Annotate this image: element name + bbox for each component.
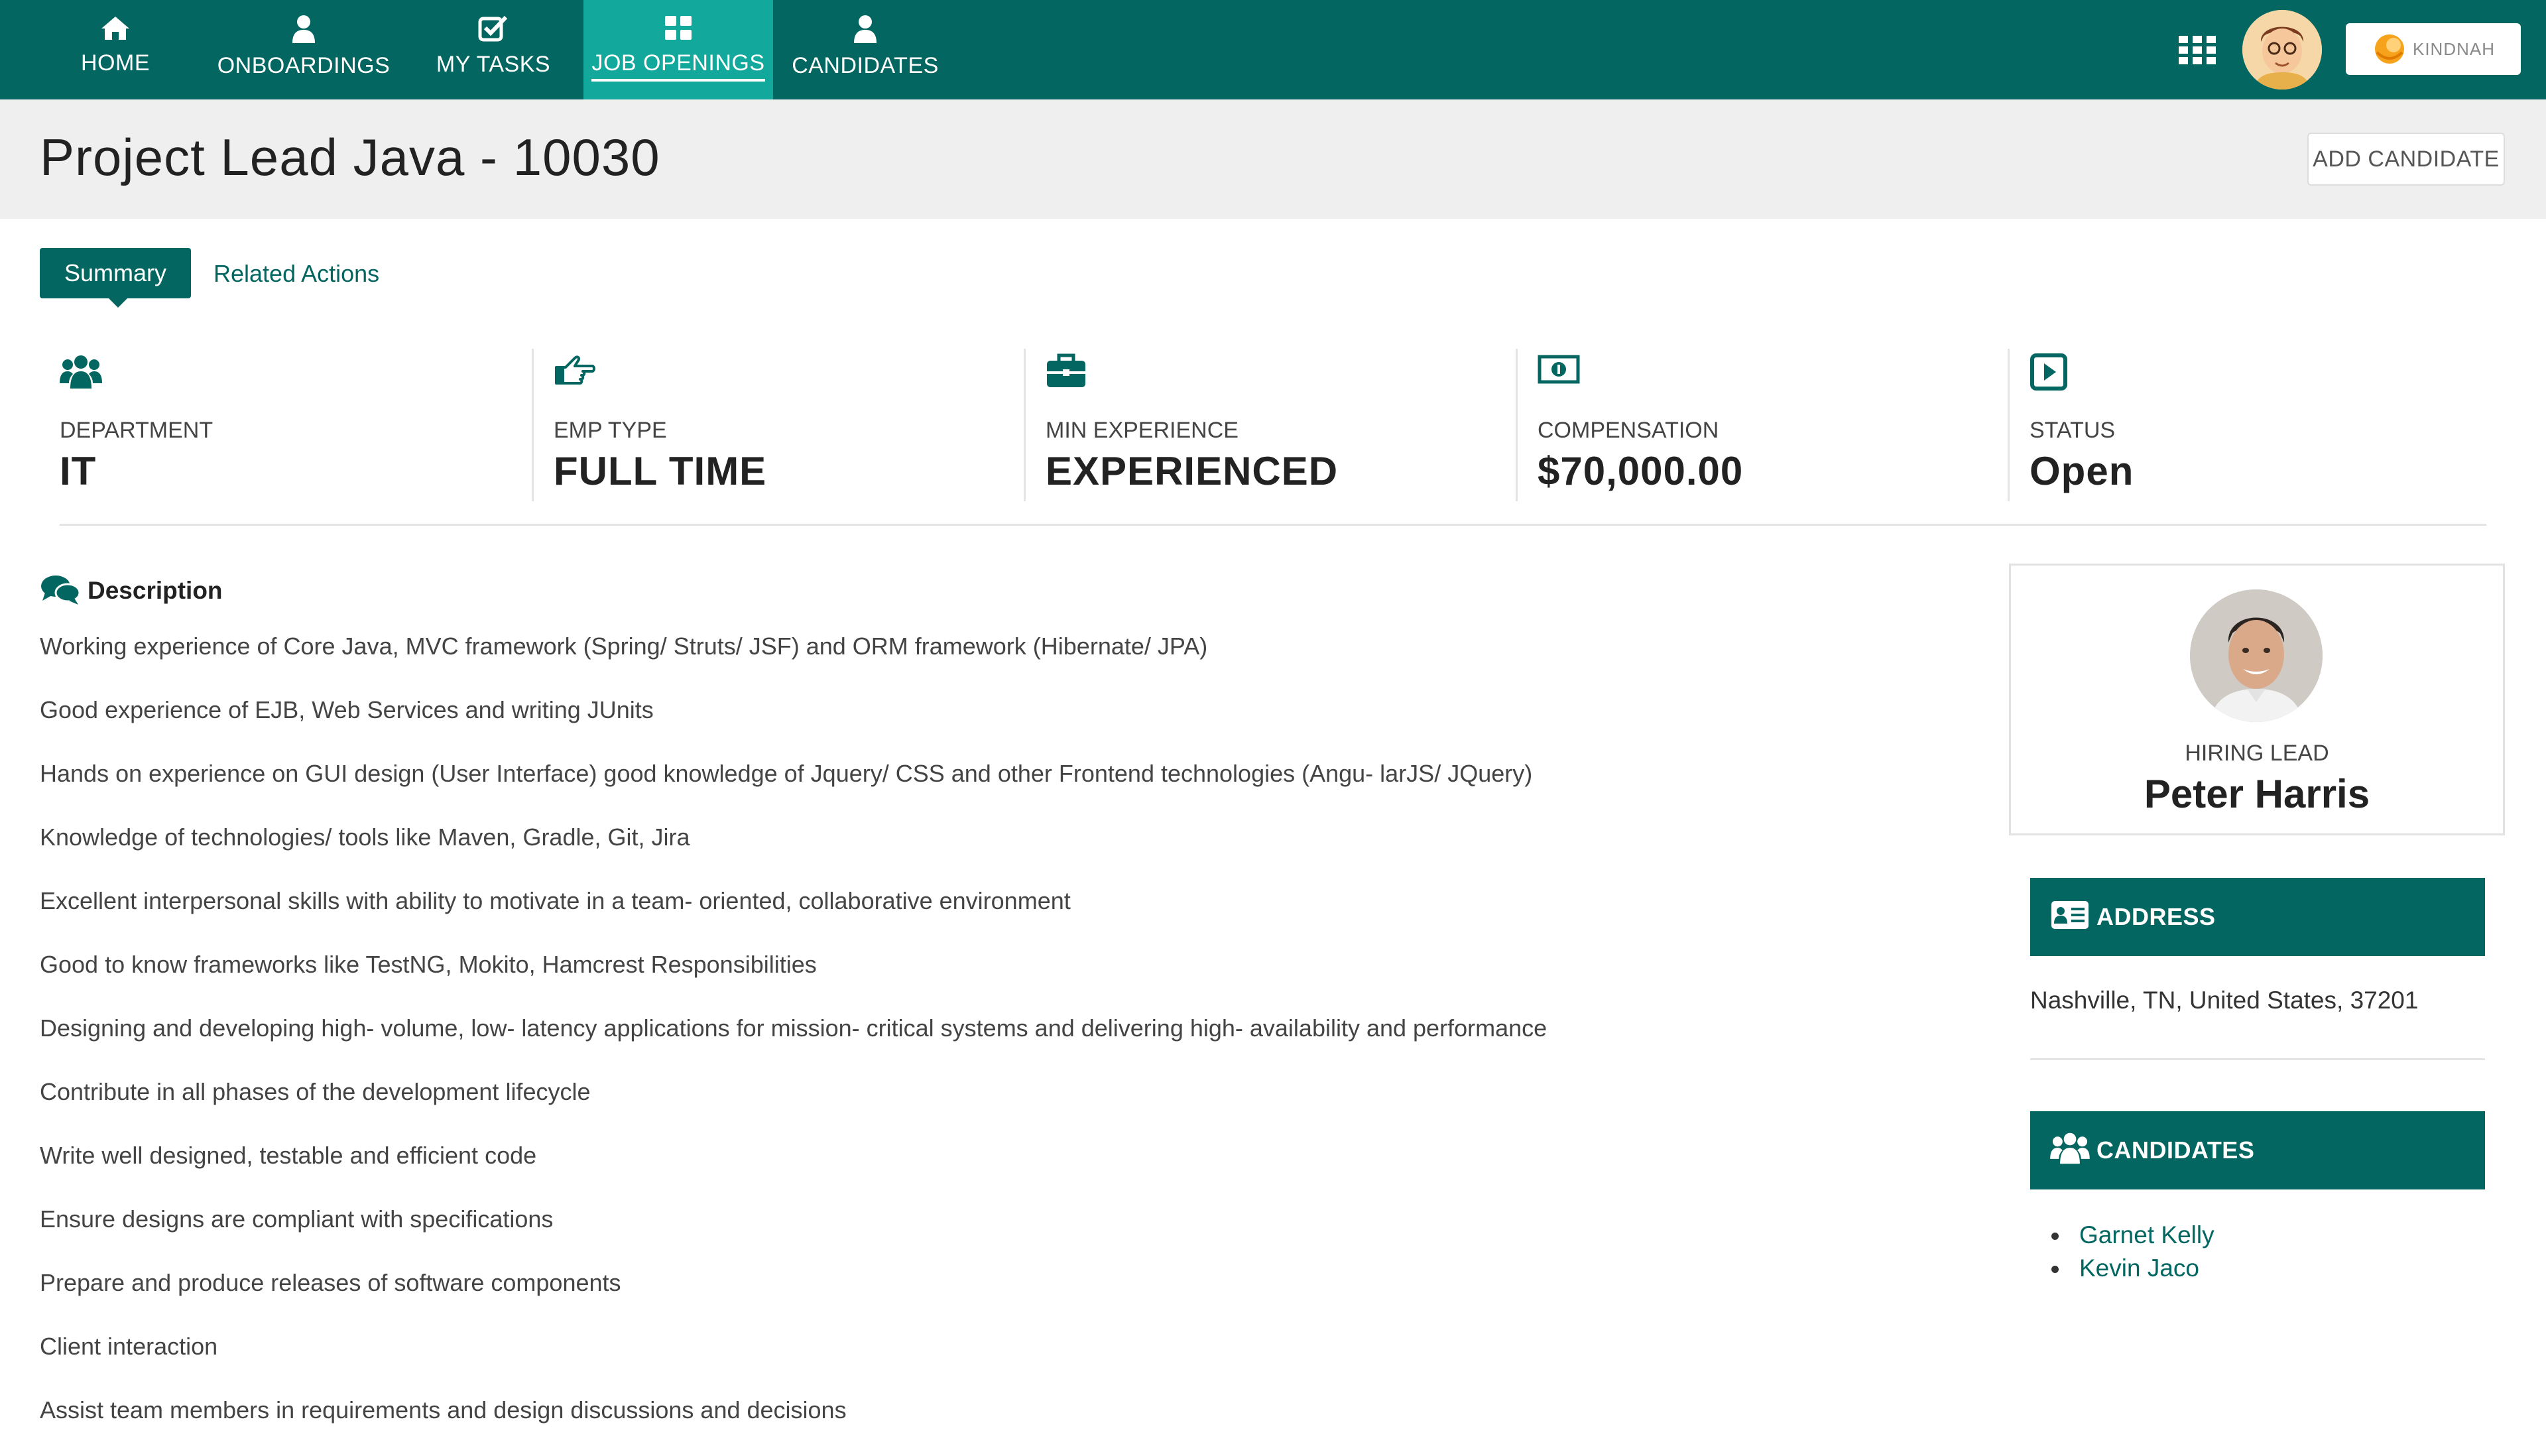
description-line: Ensure designs are compliant with specif…	[40, 1205, 554, 1233]
stat-label: COMPENSATION	[1538, 418, 1719, 443]
hiring-lead-label: HIRING LEAD	[2185, 741, 2329, 766]
comments-icon	[41, 576, 81, 605]
description-line: Hands on experience on GUI design (User …	[40, 760, 1533, 787]
nav-candidates[interactable]: CANDIDATES	[792, 0, 939, 99]
stat-status: STATUS Open	[2008, 349, 2502, 501]
description-line: Contribute in all phases of the developm…	[40, 1078, 591, 1105]
hiring-lead-card: HIRING LEAD Peter Harris	[2009, 564, 2505, 835]
description-header: Description	[40, 574, 223, 607]
description-line: Client interaction	[40, 1333, 218, 1360]
hiring-lead-portrait	[2190, 589, 2323, 722]
nav-onboardings[interactable]: ONBOARDINGS	[217, 0, 391, 99]
hiring-lead-name: Peter Harris	[2144, 772, 2370, 816]
top-navigation-bar: HOME ONBOARDINGS MY TASKS JOB OPENINGS C…	[0, 0, 2546, 99]
stat-value: IT	[60, 449, 97, 493]
stat-department: DEPARTMENT IT	[40, 349, 532, 501]
candidates-panel-header: CANDIDATES	[2030, 1111, 2485, 1189]
tab-related-actions[interactable]: Related Actions	[213, 260, 379, 288]
nav-candidates-label: CANDIDATES	[792, 53, 939, 78]
user-icon	[292, 15, 315, 43]
users-icon	[2050, 1132, 2090, 1164]
checkbox-icon	[478, 15, 508, 42]
company-logo[interactable]: KINDNAH	[2346, 23, 2521, 75]
stat-emp-type: EMP TYPE FULL TIME	[532, 349, 1026, 501]
description-line: Good experience of EJB, Web Services and…	[40, 696, 654, 723]
description-line: Working experience of Core Java, MVC fra…	[40, 633, 1208, 660]
nav-job-openings[interactable]: JOB OPENINGS	[583, 0, 773, 99]
grid-icon	[665, 16, 692, 40]
stats-divider	[60, 524, 2486, 526]
candidates-list: Garnet Kelly Kevin Jaco	[2030, 1219, 2214, 1285]
stat-label: MIN EXPERIENCE	[1046, 418, 1239, 443]
stat-min-experience: MIN EXPERIENCE EXPERIENCED	[1024, 349, 1518, 501]
nav-home-label: HOME	[81, 50, 150, 76]
stat-value: Open	[2030, 449, 2134, 493]
stat-value: $70,000.00	[1538, 449, 1744, 493]
user-avatar[interactable]	[2242, 10, 2322, 90]
nav-job-openings-label: JOB OPENINGS	[591, 50, 765, 82]
candidate-link[interactable]: Kevin Jaco	[2030, 1252, 2214, 1285]
candidate-link[interactable]: Garnet Kelly	[2030, 1219, 2214, 1252]
user-icon	[854, 15, 877, 43]
description-line: Good to know frameworks like TestNG, Mok…	[40, 951, 817, 978]
stat-label: DEPARTMENT	[60, 418, 213, 443]
address-panel-title: ADDRESS	[2096, 903, 2216, 930]
hiring-lead-photo	[2190, 589, 2323, 722]
description-line: Designing and developing high- volume, l…	[40, 1014, 1547, 1042]
nav-my-tasks-label: MY TASKS	[436, 52, 551, 77]
nav-home[interactable]: HOME	[69, 0, 162, 99]
candidates-panel-title: CANDIDATES	[2096, 1136, 2255, 1164]
stat-compensation: COMPENSATION $70,000.00	[1516, 349, 2010, 501]
briefcase-icon	[1047, 353, 1085, 387]
address-card-icon	[2051, 901, 2089, 929]
description-line: Assist team members in requirements and …	[40, 1396, 847, 1424]
address-divider	[2030, 1058, 2485, 1060]
description-line: Excellent interpersonal skills with abil…	[40, 887, 1071, 914]
play-square-icon	[2030, 353, 2067, 391]
logo-text: KINDNAH	[2412, 38, 2495, 59]
description-line: Write well designed, testable and effici…	[40, 1142, 537, 1169]
address-panel-header: ADDRESS	[2030, 878, 2485, 956]
tab-summary[interactable]: Summary	[40, 248, 191, 308]
description-line: Knowledge of technologies/ tools like Ma…	[40, 823, 690, 851]
apps-grid-icon[interactable]	[2179, 36, 2216, 65]
description-line: Prepare and produce releases of software…	[40, 1269, 621, 1296]
hand-pointer-icon	[555, 355, 595, 385]
address-text: Nashville, TN, United States, 37201	[2030, 987, 2419, 1014]
add-candidate-button[interactable]: ADD CANDIDATE	[2307, 133, 2505, 186]
users-icon	[60, 355, 102, 389]
stat-label: STATUS	[2030, 418, 2116, 443]
home-icon	[101, 17, 129, 40]
logo-mark-icon	[2374, 34, 2404, 64]
stat-value: FULL TIME	[554, 449, 767, 493]
stat-value: EXPERIENCED	[1046, 449, 1339, 493]
page-title: Project Lead Java - 10030	[40, 128, 660, 186]
title-band: Project Lead Java - 10030 ADD CANDIDATE	[0, 99, 2546, 219]
avatar-illustration	[2242, 10, 2322, 90]
stat-label: EMP TYPE	[554, 418, 667, 443]
money-icon	[1538, 355, 1580, 384]
description-title: Description	[88, 577, 223, 604]
nav-onboardings-label: ONBOARDINGS	[217, 53, 391, 78]
nav-my-tasks[interactable]: MY TASKS	[436, 0, 551, 99]
